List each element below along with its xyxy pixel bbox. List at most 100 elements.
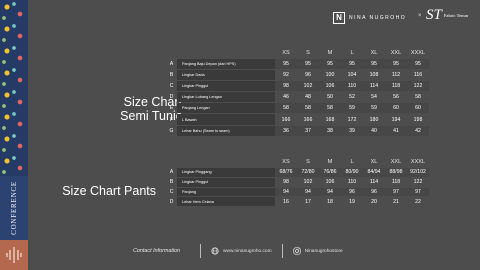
row-key: E [169,105,174,112]
size-value-cell: 95 [275,59,297,70]
row-label: Panjang [177,187,275,197]
size-value-cell: 95 [297,59,319,70]
size-value-cell: 88/98 [385,168,407,177]
row-key: B [169,72,174,79]
instagram-link[interactable]: Ninanugrohostore [293,247,343,255]
row-key: C [169,83,174,90]
size-value-cell: 104 [347,72,357,79]
size-header: S [306,159,310,165]
row-key: B [169,179,174,186]
size-value-cell: 68/76 [275,168,297,177]
size-value-cell: 106 [325,179,335,186]
size-header: XXXL [410,159,426,165]
instagram-text[interactable]: Ninanugrohostore [305,249,343,254]
size-header: XL [370,50,378,56]
size-value-cell: 112 [391,72,401,79]
table-row: B Lingkar Pinggul 98 102 106 110 114 118 122 [166,177,429,187]
size-value-cell: 21 [393,198,399,205]
nina-mark-icon: N [333,12,345,24]
row-key: F [169,116,174,123]
size-value-cell: 46 [283,94,289,101]
nina-nugroho-logo: N NINA NUGROHO [333,12,406,24]
size-value-cell: 95 [407,59,429,70]
size-value-cell: 96 [341,187,363,197]
size-value-cell: 194 [391,116,401,123]
size-value-cell: 80/90 [341,168,363,177]
size-value-cell: 72/80 [297,168,319,177]
fabric-tenun-logo: ST Fabric Tenun [426,7,468,24]
table-row: G Lebar Bahu (Seam to seam) 36 37 38 39 40 41 42 [166,125,429,136]
size-value-cell: 36 [275,125,297,136]
batik-pattern [0,0,28,176]
size-value-cell: 198 [413,116,423,123]
size-value-cell: 97 [385,187,407,197]
size-value-cell: 166 [303,116,313,123]
table-row: FL Bawah 166 166 168 172 180 194 198 [166,114,429,125]
size-header: M [327,159,333,165]
table-row: D Lingkar Lubang Lengan 46 48 50 52 54 56 58 [166,92,429,103]
conference-band: CONFERENCE [0,176,28,240]
size-header: S [306,50,310,56]
table-row: C Panjang 94 94 94 96 96 97 97 [166,187,429,197]
row-label: Panjang Lengan [177,103,275,114]
website-text[interactable]: www.ninanugroho.com [223,249,272,254]
row-key: C [169,188,174,195]
size-value-cell: 38 [319,125,341,136]
size-value-cell: 59 [341,103,363,114]
size-value-cell: 110 [347,179,357,186]
size-value-cell: 172 [347,116,357,123]
size-value-cell: 168 [325,116,335,123]
size-value-cell: 180 [369,116,379,123]
pants-title: Size Chart Pants [62,184,156,198]
size-value-cell: 76/86 [319,168,341,177]
size-value-cell: 95 [319,59,341,70]
row-label: Panjang Baju Depan (dari HPS) [177,59,275,70]
size-header: XXL [390,50,402,56]
size-value-cell: 42 [407,125,429,136]
table-row: B Lingkar Dada 92 96 100 104 108 112 116 [166,70,429,81]
size-value-cell: 52 [349,94,355,101]
instagram-icon [293,247,301,255]
size-value-cell: 96 [305,72,311,79]
row-key: D [169,94,174,101]
size-value-cell: 114 [369,179,379,186]
size-value-cell: 94 [275,187,297,197]
website-link[interactable]: www.ninanugroho.com [211,247,272,255]
size-value-cell: 16 [283,198,289,205]
size-value-cell: 54 [371,94,377,101]
size-value-cell: 60 [407,103,429,114]
nina-logo-text: NINA NUGROHO [349,15,407,21]
semi-tunic-table: XS S M L XL XXL XXXL A Panjang Baju Depan… [166,49,429,137]
row-label: Lingkar Dada [177,70,275,81]
size-value-cell: 122 [413,179,423,186]
size-header: XXL [390,159,402,165]
size-value-cell: 108 [369,72,379,79]
size-value-cell: 98 [275,81,297,92]
size-value-cell: 92/102 [407,168,429,177]
row-label: Lebar Hem Celana [177,197,275,207]
size-header: XS [282,159,290,165]
table-row: A Panjang Baju Depan (dari HPS) 95 95 95 95 95… [166,59,429,70]
contact-label: Contact Information [133,248,181,254]
size-value-cell: 50 [327,94,333,101]
size-value-cell: 94 [319,187,341,197]
size-value-cell: 166 [281,116,291,123]
size-value-cell: 37 [297,125,319,136]
row-key: D [169,198,174,205]
row-label: Lingkar Pinggul [177,177,275,187]
size-value-cell: 122 [407,81,429,92]
conference-text: CONFERENCE [10,181,18,235]
collab-separator: × [418,13,422,19]
size-value-cell: 118 [385,81,407,92]
table-row: C Lingkar Pinggul 98 102 106 110 114 118 122 [166,81,429,92]
size-value-cell: 58 [275,103,297,114]
size-value-cell: 22 [415,198,421,205]
pants-table: XS S M L XL XXL XXXL A Lingkar Pinggang 68… [166,158,429,207]
size-value-cell: 98 [283,179,289,186]
table-row: E Panjang Lengan 58 58 58 59 59 60 60 [166,103,429,114]
size-value-cell: 116 [413,72,423,79]
table-header-row: XS S M L XL XXL XXXL [166,159,429,167]
size-value-cell: 102 [303,179,313,186]
size-value-cell: 56 [393,94,399,101]
table-header-row: XS S M L XL XXL XXXL [166,50,429,58]
